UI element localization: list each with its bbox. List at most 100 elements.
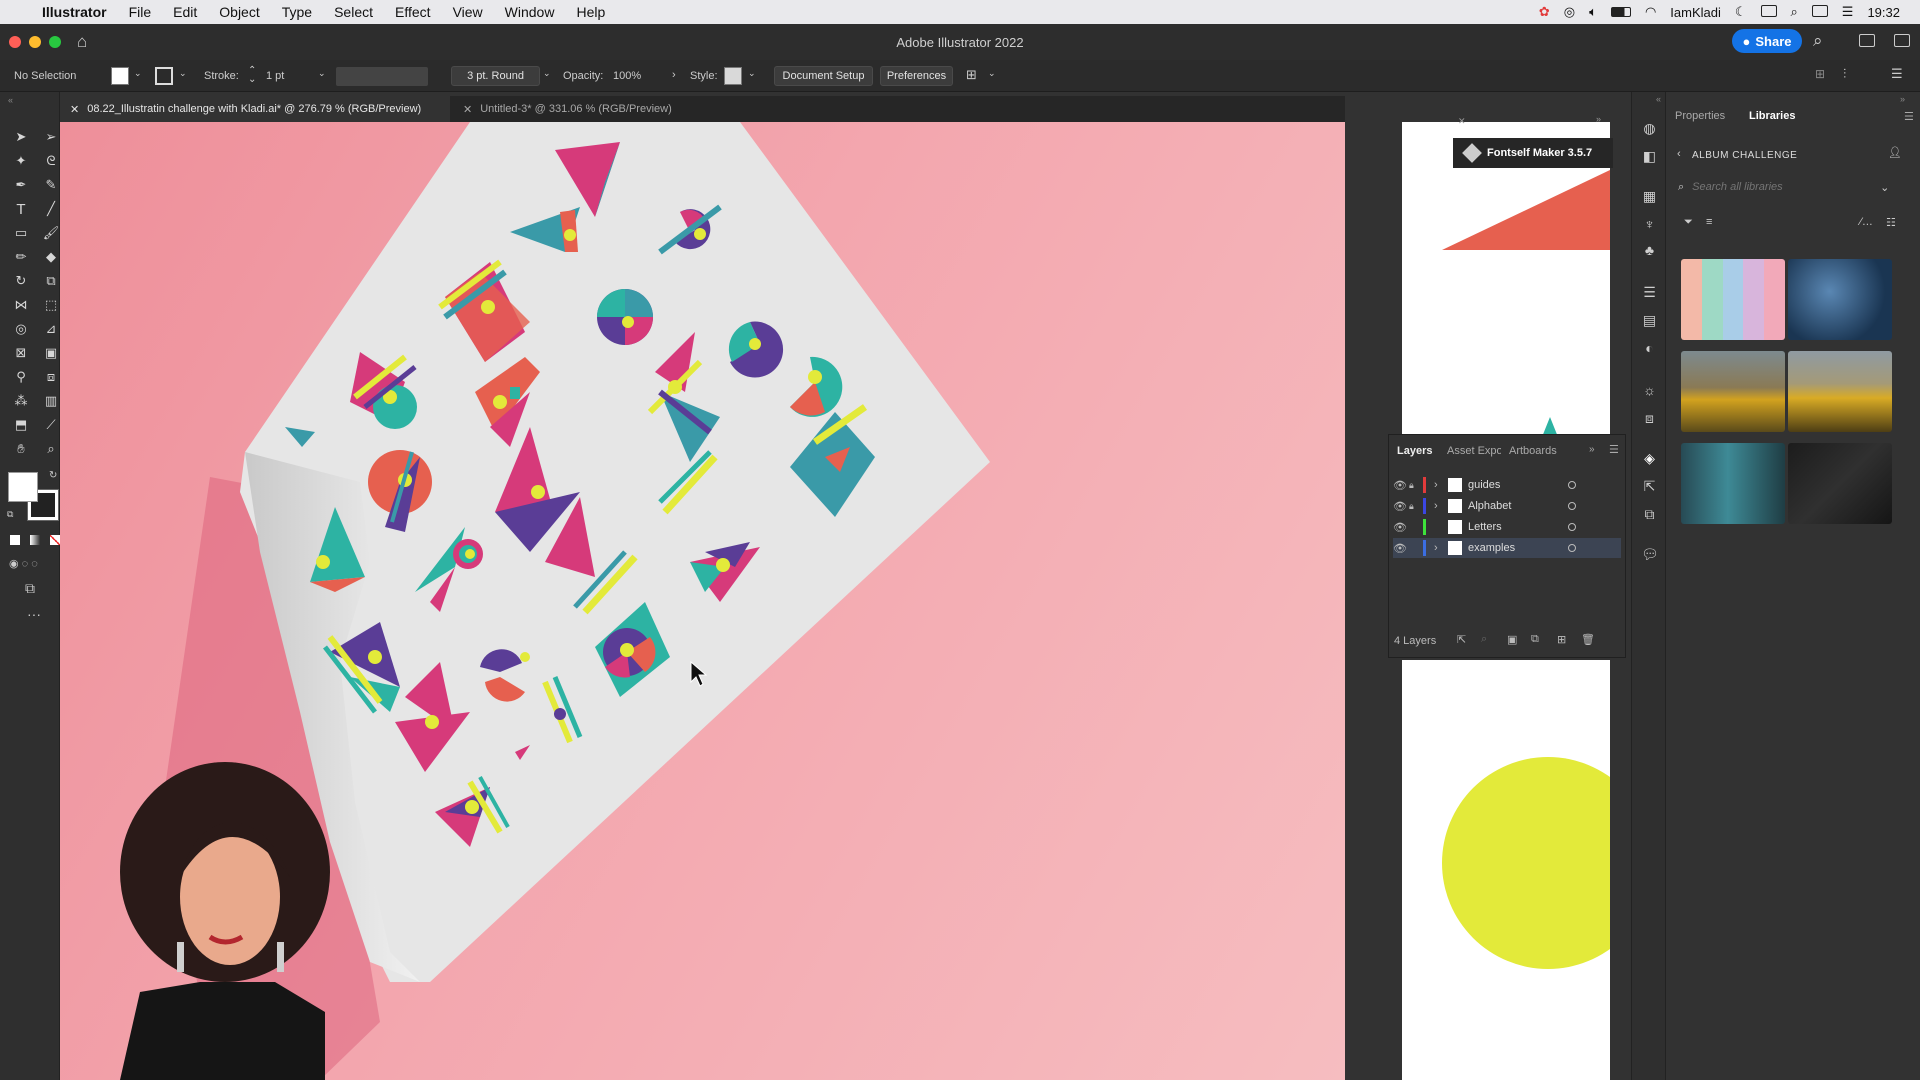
target-circle-icon[interactable] [1568,523,1576,531]
expand-chevron-icon[interactable]: › [1434,500,1448,512]
share-button[interactable]: ● Share [1732,29,1802,53]
close-fontself-icon[interactable]: ✕ [1458,116,1466,127]
chevron-down-icon[interactable]: ⌄ [1880,181,1889,194]
menu-file[interactable]: File [129,4,152,20]
back-chevron-icon[interactable]: ‹ [1677,148,1681,160]
menu-user[interactable]: IamKladi [1670,5,1721,20]
new-layer-icon[interactable]: ⊞ [1557,633,1566,646]
search-icon[interactable]: ⌕ [1813,31,1823,51]
battery-icon[interactable] [1610,7,1631,17]
strip-collapse-icon[interactable]: « [1656,94,1661,104]
layer-row-letters[interactable]: 👁︎ Letters [1393,517,1621,537]
gradient-tool-icon[interactable]: ▣ [40,342,62,364]
edit-toolbar-icon[interactable]: ··· [27,606,41,622]
asset-export-tab[interactable]: Asset Expo [1447,445,1501,457]
shape-builder-tool-icon[interactable]: ◎ [10,318,32,340]
rotate-tool-icon[interactable]: ↻ [10,270,32,292]
panel-menu-icon[interactable]: ☰ [1609,443,1619,456]
stroke-swatch[interactable] [155,67,173,85]
graphic-styles-icon[interactable]: ⧈ [1641,410,1658,427]
volume-icon[interactable]: 🔈︎ [1589,4,1597,20]
expand-chevron-icon[interactable]: › [1434,479,1448,491]
slice-tool-icon[interactable]: ⟋ [40,414,62,436]
visibility-eye-icon[interactable]: 👁︎ [1393,521,1409,534]
close-tab-icon[interactable]: ✕ [70,103,79,116]
make-clipping-mask-icon[interactable]: ▣ [1507,633,1517,646]
artboard-tool-icon[interactable]: ⬒ [10,414,32,436]
library-image-teal-texture[interactable] [1681,443,1785,524]
pen-tool-icon[interactable]: ✒ [10,174,32,196]
style-swatch[interactable] [724,67,742,85]
menu-select[interactable]: Select [334,4,373,20]
visibility-eye-icon[interactable]: 👁︎ [1393,500,1409,513]
stroke-weight-dropdown-icon[interactable]: ⌄ [318,68,326,79]
layer-name[interactable]: Alphabet [1468,500,1568,512]
artboard-bottom[interactable] [1402,660,1610,1080]
visibility-eye-icon[interactable]: 👁︎ [1393,542,1409,555]
spotlight-search-icon[interactable]: ⌕ [1791,4,1798,20]
stroke-stepper-icon[interactable]: ⌃ ⌄ [248,66,256,85]
close-tab-icon[interactable]: ✕ [463,103,472,116]
visibility-eye-icon[interactable]: 👁︎ [1393,479,1409,492]
panel-menu-icon[interactable]: ☰ [1904,110,1914,123]
view-options-icon[interactable]: ⁄… [1860,216,1873,228]
perspective-grid-tool-icon[interactable]: ⊿ [40,318,62,340]
target-circle-icon[interactable] [1568,544,1576,552]
library-search-input[interactable] [1692,181,1873,193]
color-mode-icon[interactable] [10,535,20,545]
wifi-icon[interactable]: ◠ [1645,4,1656,20]
target-circle-icon[interactable] [1568,481,1576,489]
curvature-tool-icon[interactable]: ✎ [40,174,62,196]
fill-color-swatch[interactable] [8,472,38,502]
artwork-canvas[interactable] [60,122,1345,1080]
filter-icon[interactable]: ⏷ [1684,216,1693,229]
magic-wand-tool-icon[interactable]: ✦ [10,150,32,172]
menu-clock[interactable]: 19:32 [1867,5,1900,20]
scale-tool-icon[interactable]: ⧉ [40,270,62,292]
layers-tab[interactable]: Layers [1397,445,1432,457]
menu-type[interactable]: Type [282,4,312,20]
list-view-icon[interactable]: ☷ [1886,216,1896,229]
swatches-icon[interactable]: ▦ [1641,188,1658,205]
panel-toggle-icon[interactable] [1894,34,1910,47]
fontself-expand-icon[interactable]: » [1596,114,1601,124]
library-image-sunflowers[interactable] [1681,351,1785,432]
brush-definition-dropdown[interactable]: 3 pt. Round [451,66,540,86]
gradient-icon[interactable]: ▤ [1641,312,1658,329]
document-setup-button[interactable]: Document Setup [774,66,873,86]
direct-selection-tool-icon[interactable]: ➢ [40,126,62,148]
workspace-switcher-icon[interactable] [1859,34,1875,47]
artboard-top[interactable] [1402,122,1610,442]
stroke-weight-input[interactable]: 1 pt [266,70,284,82]
locate-object-icon[interactable]: ⌕ [1481,633,1487,646]
expand-chevron-icon[interactable]: › [1434,542,1448,554]
control-bar-menu-icon[interactable]: ☰ [1891,66,1903,82]
libraries-tab[interactable]: Libraries [1749,110,1795,122]
comments-icon[interactable]: 💬︎ [1641,546,1659,563]
layer-row-alphabet[interactable]: 👁︎ 🔒︎ › Alphabet [1393,496,1621,516]
menu-object[interactable]: Object [219,4,259,20]
type-tool-icon[interactable]: T [10,198,32,220]
stroke-icon[interactable]: ☰ [1641,284,1658,301]
library-color-theme[interactable] [1681,259,1785,340]
eyedropper-tool-icon[interactable]: ⚲ [10,366,32,388]
swap-fill-stroke-icon[interactable]: ↻ [49,470,57,481]
zoom-tool-icon[interactable]: ⌕ [40,438,62,460]
menu-effect[interactable]: Effect [395,4,431,20]
asset-export-icon[interactable]: ⇱ [1641,478,1658,495]
free-transform-tool-icon[interactable]: ⬚ [40,294,62,316]
eraser-tool-icon[interactable]: ◆ [40,246,62,268]
screen-mirroring-icon[interactable] [1811,4,1828,20]
layers-icon[interactable]: ◈ [1641,450,1658,467]
default-fill-stroke-icon[interactable]: ⧉ [7,509,13,520]
new-sublayer-icon[interactable]: ⧉ [1531,633,1539,646]
line-tool-icon[interactable]: ╱ [40,198,62,220]
column-graph-tool-icon[interactable]: ▥ [40,390,62,412]
lock-icon[interactable]: 🔒︎ [1409,501,1423,512]
artboards-tab[interactable]: Artboards [1509,445,1557,457]
fill-dropdown-icon[interactable]: ⌄ [134,68,142,79]
menu-edit[interactable]: Edit [173,4,197,20]
mesh-tool-icon[interactable]: ⊠ [10,342,32,364]
transparency-icon[interactable]: ◐ [1641,340,1658,357]
properties-tab[interactable]: Properties [1675,110,1725,122]
